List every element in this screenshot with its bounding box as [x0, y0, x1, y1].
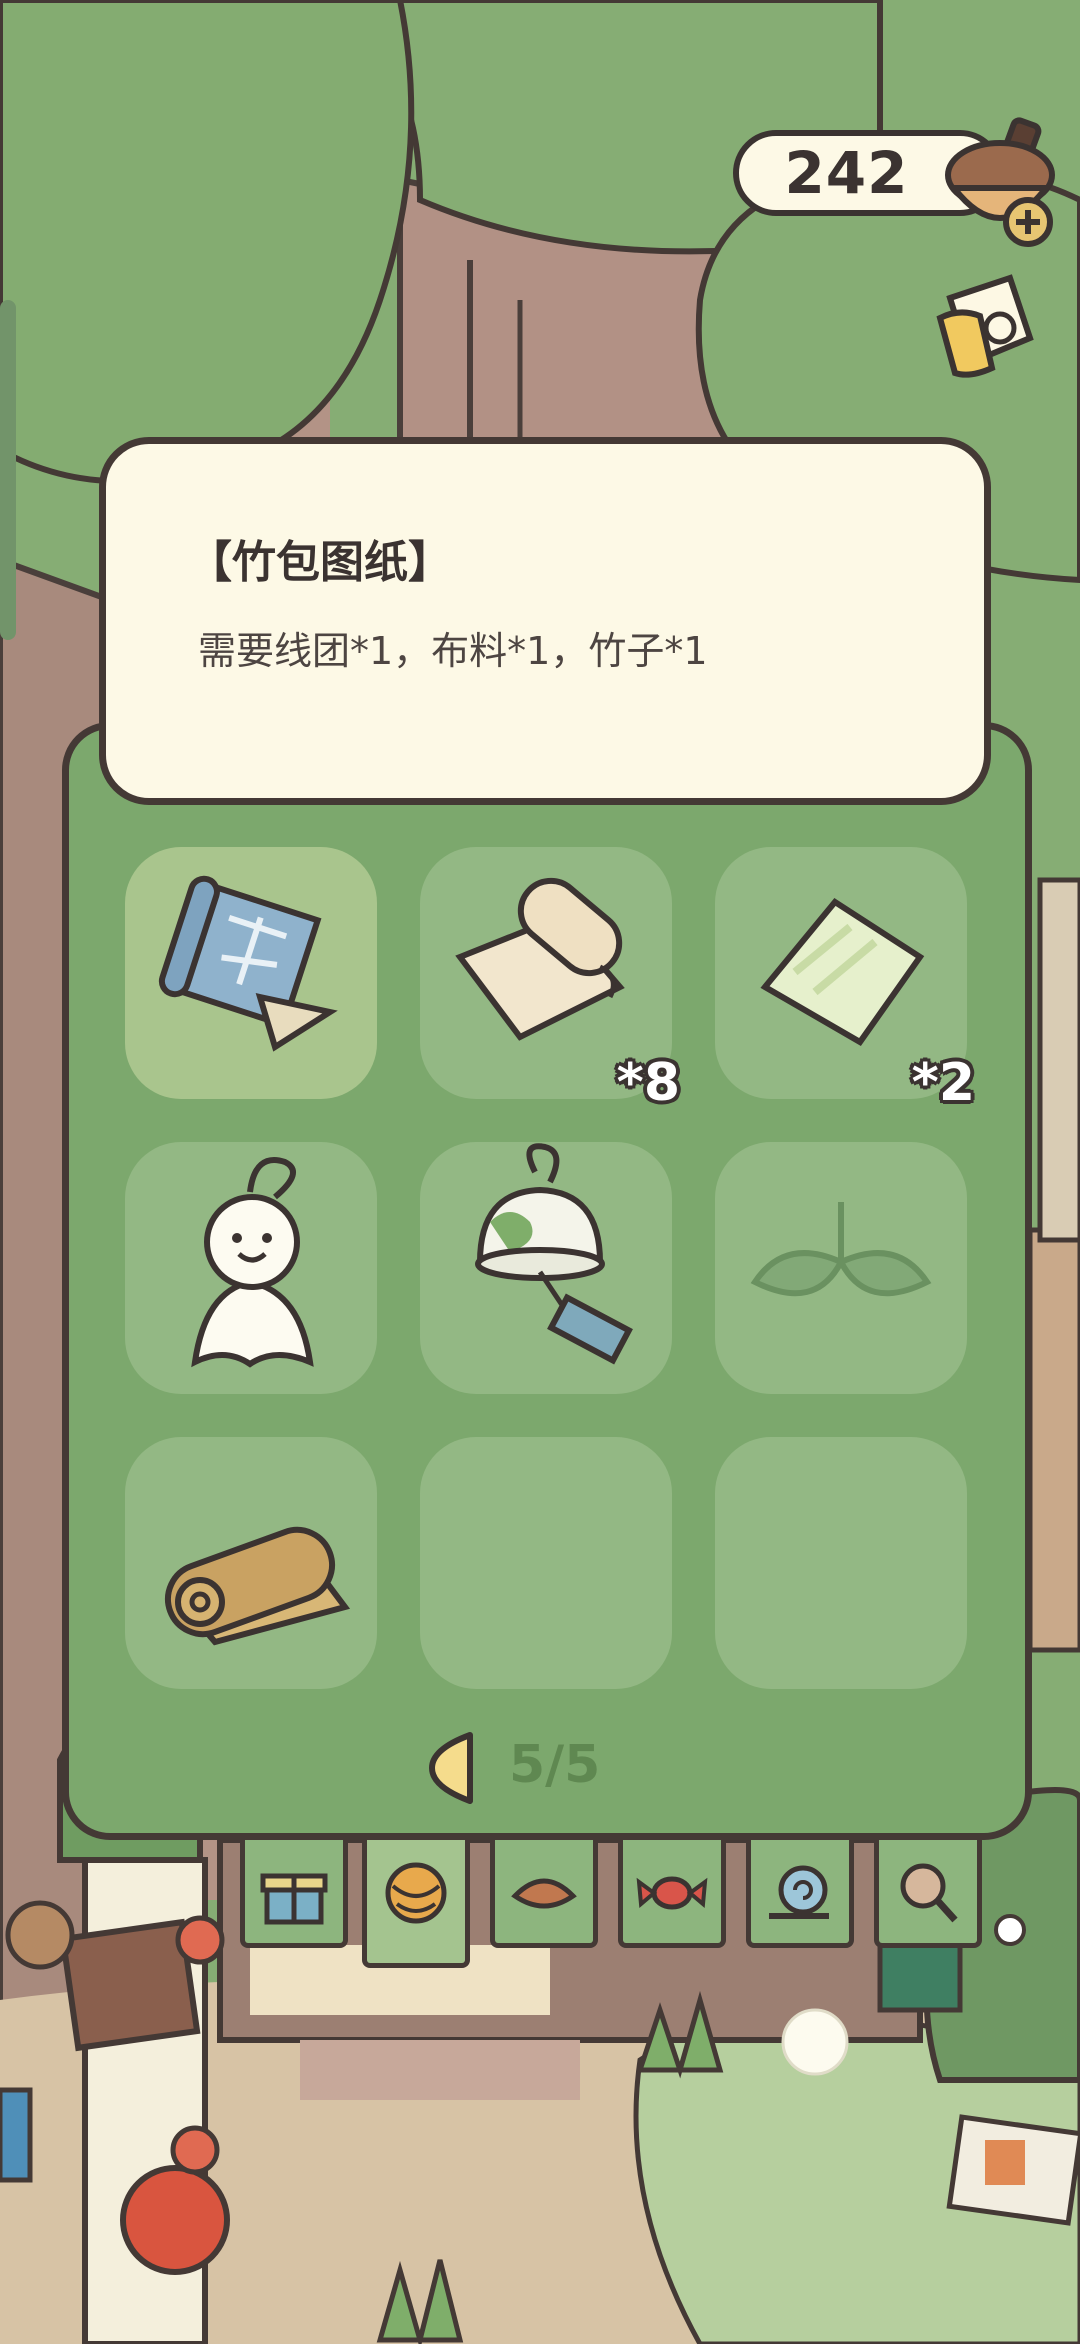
acorn-plus-icon[interactable] — [940, 110, 1070, 250]
tab-gifts[interactable] — [240, 1838, 348, 1948]
glass-count: *2 — [911, 1053, 975, 1113]
blueprint-icon — [158, 875, 338, 1052]
inventory-slot-straw-mat[interactable] — [125, 1437, 377, 1689]
pager: 5/5 — [69, 1729, 1025, 1809]
magnifier-icon — [900, 1863, 958, 1923]
inventory-slot-teru-teru-bozu[interactable] — [125, 1142, 377, 1394]
wind-chime-icon — [475, 1143, 633, 1365]
prev-page-icon[interactable] — [426, 1729, 480, 1807]
item-info-card: 【竹包图纸】 需要线团*1，布料*1，竹子*1 — [99, 437, 991, 805]
inventory-panel: *8 *2 5/5 — [62, 722, 1032, 1840]
tab-candy[interactable] — [618, 1838, 726, 1948]
food-icon — [511, 1878, 577, 1909]
ticket-icon[interactable] — [930, 268, 1040, 388]
tab-food[interactable] — [490, 1838, 598, 1948]
inventory-slot-wind-chime[interactable] — [420, 1142, 672, 1394]
straw-mat-icon — [165, 1526, 351, 1646]
inventory-slot-glass[interactable]: *2 — [715, 847, 975, 1113]
candy-icon — [636, 1876, 708, 1910]
page-indicator: 5/5 — [509, 1735, 601, 1795]
teru-teru-bozu-icon — [191, 1157, 314, 1368]
inventory-slot-empty-2[interactable] — [715, 1437, 967, 1689]
gift-icon — [260, 1873, 328, 1925]
bamboo-leaf-icon — [750, 1202, 932, 1297]
fabric-count: *8 — [616, 1053, 680, 1113]
item-title: 【竹包图纸】 — [188, 537, 452, 588]
inventory-slot-empty-1[interactable] — [420, 1437, 672, 1689]
inventory-slot-blueprint[interactable] — [125, 847, 377, 1099]
snail-icon — [769, 1865, 829, 1919]
inventory-slot-fabric[interactable]: *8 — [420, 847, 680, 1113]
tab-search[interactable] — [874, 1838, 982, 1948]
inventory-slot-bamboo-leaf[interactable] — [715, 1142, 967, 1394]
yarn-ball-icon — [385, 1862, 447, 1924]
tab-yarn[interactable] — [362, 1838, 470, 1968]
item-description: 需要线团*1，布料*1，竹子*1 — [198, 629, 708, 673]
acorn-count: 242 — [784, 139, 909, 207]
tab-snail[interactable] — [746, 1838, 854, 1948]
